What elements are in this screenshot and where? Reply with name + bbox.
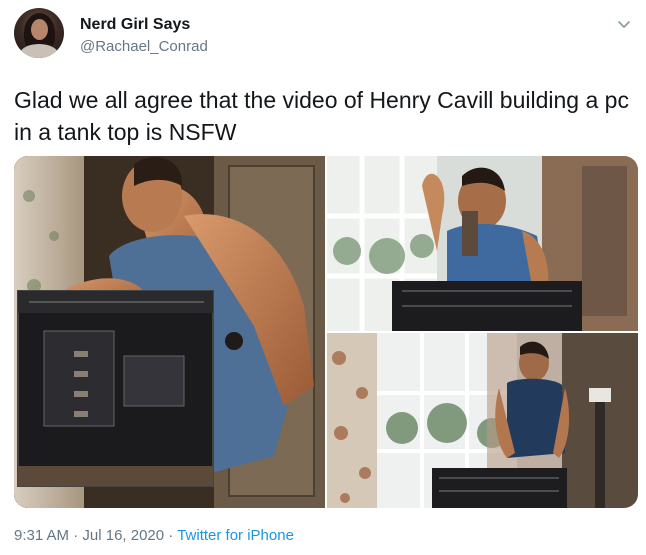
user-handle[interactable]: @Rachael_Conrad: [80, 38, 208, 55]
photo-top-right-illustration: [327, 156, 638, 331]
tweet-date[interactable]: Jul 16, 2020: [82, 527, 164, 544]
tweet-footer: 9:31 AM · Jul 16, 2020 · Twitter for iPh…: [14, 527, 294, 544]
display-name[interactable]: Nerd Girl Says: [80, 16, 190, 34]
separator: ·: [73, 527, 79, 544]
chevron-down-icon[interactable]: [616, 16, 632, 32]
tweet-time[interactable]: 9:31 AM: [14, 527, 69, 544]
photo-bottom-right-illustration: [327, 333, 638, 508]
media-grid[interactable]: [14, 156, 638, 508]
tweet-header: Nerd Girl Says @Rachael_Conrad: [14, 8, 632, 62]
avatar-shirt: [20, 44, 58, 58]
photo-left[interactable]: [14, 156, 325, 508]
tweet-text: Glad we all agree that the video of Henr…: [14, 87, 629, 145]
photo-left-illustration: [14, 156, 325, 508]
avatar[interactable]: [14, 8, 64, 58]
photo-top-right[interactable]: [327, 156, 638, 331]
avatar-face: [31, 19, 48, 40]
photo-bottom-right[interactable]: [327, 333, 638, 508]
separator: ·: [168, 527, 174, 544]
tweet-source[interactable]: Twitter for iPhone: [177, 527, 294, 544]
